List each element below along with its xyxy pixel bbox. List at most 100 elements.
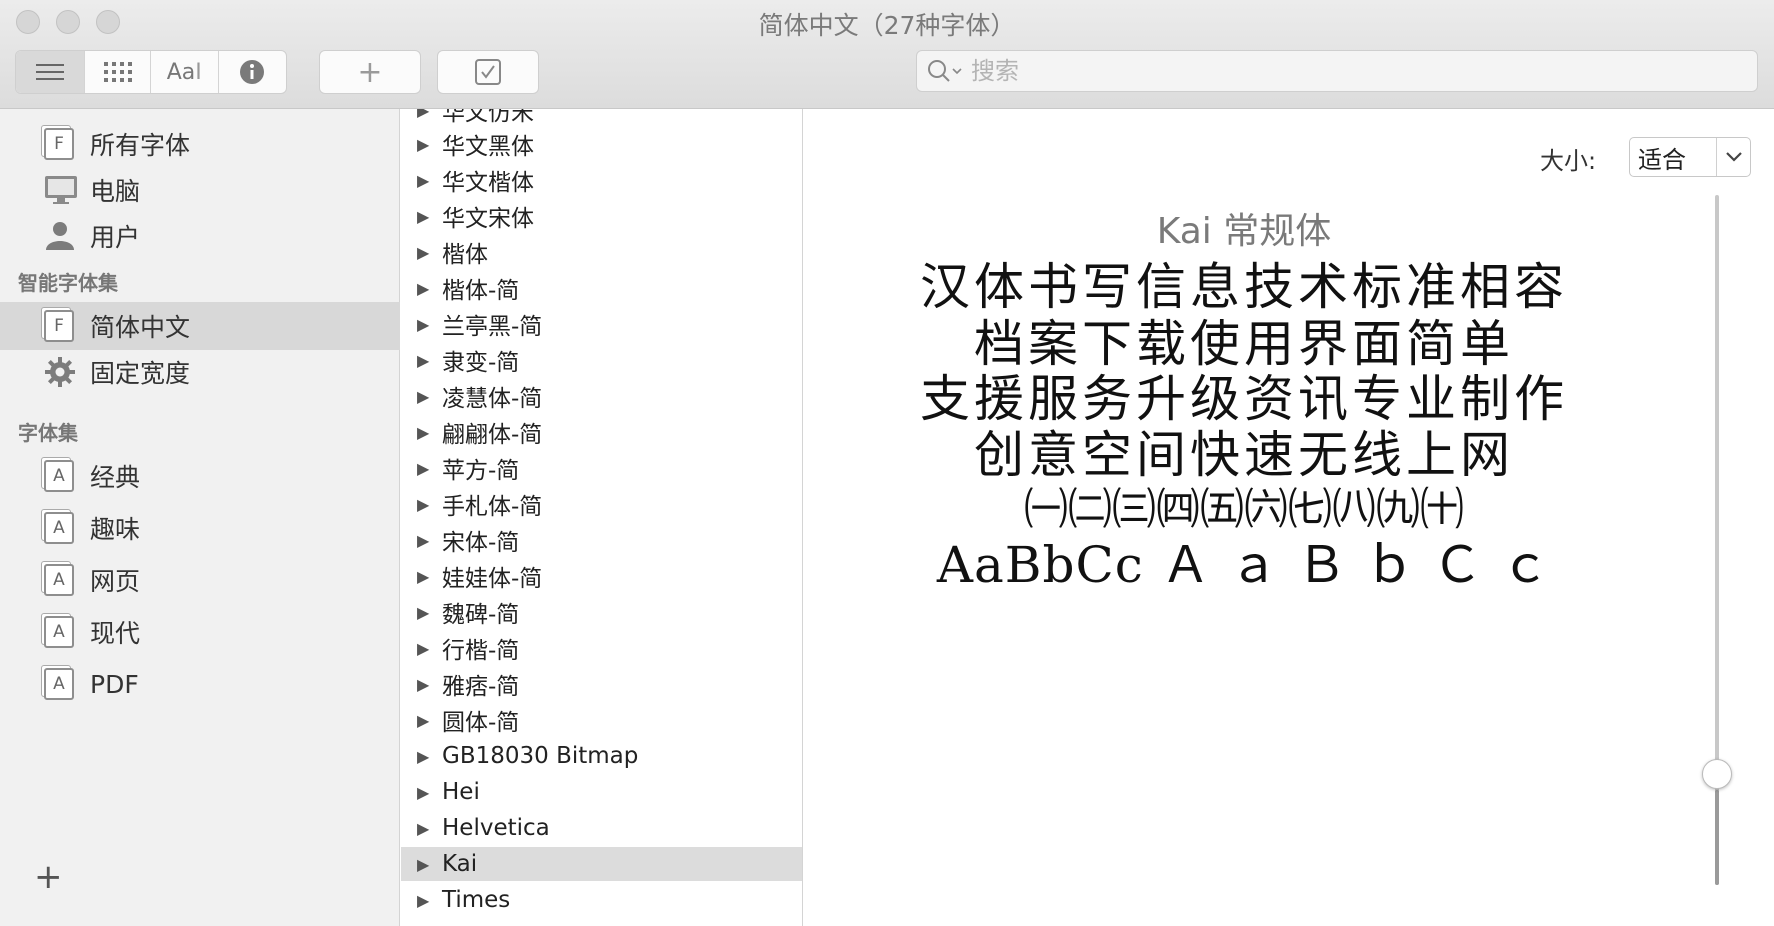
size-select[interactable]: 适合	[1629, 137, 1751, 177]
disclosure-triangle-icon[interactable]: ▶	[417, 459, 429, 478]
title-bar: 简体中文（27种字体） Aa I +	[0, 0, 1774, 109]
search-icon	[928, 60, 962, 82]
disclosure-triangle-icon[interactable]: ▶	[417, 855, 429, 874]
sidebar-item-label: PDF	[90, 669, 139, 699]
size-slider-knob[interactable]	[1702, 759, 1732, 789]
font-list-item[interactable]: ▶ 兰亭黑-简	[401, 307, 802, 341]
info-view-button[interactable]	[219, 51, 287, 93]
disclosure-triangle-icon[interactable]: ▶	[417, 423, 429, 442]
collections-heading: 字体集	[18, 421, 78, 445]
font-book-icon: F	[44, 128, 76, 160]
search-field[interactable]	[916, 50, 1758, 92]
smart-collections-heading: 智能字体集	[18, 271, 118, 295]
disclosure-triangle-icon[interactable]: ▶	[417, 109, 429, 120]
computer-icon	[44, 174, 77, 206]
sidebar-item-simplified-chinese[interactable]: F 简体中文	[0, 302, 400, 350]
size-select-value: 适合	[1638, 145, 1686, 174]
font-list-item[interactable]: ▶ 隶变-简	[401, 343, 802, 377]
font-list[interactable]: ▶ 华文仿宋 ▶ 华文黑体 ▶ 华文楷体 ▶ 华文宋体 ▶ 楷体 ▶ 楷体-简 ▶ 兰亭黑-简…	[401, 109, 803, 926]
search-input[interactable]	[971, 57, 1731, 85]
plus-icon: +	[357, 54, 383, 90]
sample-text-line: 汉体书写信息技术标准相容	[920, 258, 1568, 316]
sample-text-line: AaBbCc Ａ ａ Ｂ ｂ Ｃ ｃ	[936, 536, 1552, 594]
font-list-item[interactable]: ▶ 魏碑-简	[401, 595, 802, 629]
sidebar-item-fun[interactable]: A 趣味	[0, 504, 400, 552]
sidebar-item-user[interactable]: 用户	[0, 212, 400, 260]
disclosure-triangle-icon[interactable]: ▶	[417, 315, 429, 334]
disclosure-triangle-icon[interactable]: ▶	[417, 747, 429, 766]
grid-view-button[interactable]	[85, 51, 151, 93]
sidebar-item-classic[interactable]: A 经典	[0, 452, 400, 500]
font-list-item[interactable]: ▶ 凌慧体-简	[401, 379, 802, 413]
add-collection-button[interactable]: +	[34, 857, 63, 897]
font-list-item[interactable]: ▶ 华文仿宋	[401, 109, 802, 127]
font-preview-pane: 大小: 适合 Kai 常规体 汉体书写信息技术标准相容 档案下载使用界面简单 支…	[804, 109, 1774, 926]
font-book-icon: F	[44, 310, 76, 342]
disclosure-triangle-icon[interactable]: ▶	[417, 675, 429, 694]
font-list-item[interactable]: ▶ GB18030 Bitmap	[401, 739, 802, 773]
font-list-item[interactable]: ▶ Hei	[401, 775, 802, 809]
info-icon	[240, 60, 265, 84]
disclosure-triangle-icon[interactable]: ▶	[417, 819, 429, 838]
disclosure-triangle-icon[interactable]: ▶	[417, 207, 429, 226]
preview-font-name: Kai 常规体	[1156, 211, 1332, 252]
disclosure-triangle-icon[interactable]: ▶	[417, 171, 429, 190]
disclosure-triangle-icon[interactable]: ▶	[417, 243, 429, 262]
grid-icon	[103, 62, 132, 82]
disclosure-triangle-icon[interactable]: ▶	[417, 891, 429, 910]
sidebar-item-label: 固定宽度	[90, 359, 191, 388]
sample-text-line: ㈠㈡㈢㈣㈤㈥㈦㈧㈨㈩	[1024, 484, 1464, 535]
size-slider-fill	[1715, 790, 1719, 885]
font-list-item[interactable]: ▶ 华文黑体	[401, 127, 802, 161]
sidebar-item-label: 经典	[90, 463, 141, 492]
sidebar-item-web[interactable]: A 网页	[0, 556, 400, 604]
disclosure-triangle-icon[interactable]: ▶	[417, 567, 429, 586]
sample-text-view-button[interactable]: Aa I	[151, 51, 219, 93]
disclosure-triangle-icon[interactable]: ▶	[417, 783, 429, 802]
list-icon	[36, 64, 65, 80]
font-list-item[interactable]: ▶ Helvetica	[401, 811, 802, 845]
font-list-item[interactable]: ▶ 楷体	[401, 235, 802, 269]
collection-icon: A	[44, 616, 76, 648]
gear-icon	[44, 356, 76, 388]
sidebar-item-label: 电脑	[90, 177, 141, 206]
font-list-item[interactable]: ▶ 手札体-简	[401, 487, 802, 521]
font-list-item[interactable]: ▶ 行楷-简	[401, 631, 802, 665]
font-list-item[interactable]: ▶ 圆体-简	[401, 703, 802, 737]
font-list-item[interactable]: ▶ 宋体-简	[401, 523, 802, 557]
sidebar-item-computer[interactable]: 电脑	[0, 166, 400, 214]
sidebar-item-fixed-width[interactable]: 固定宽度	[0, 348, 400, 396]
sample-text-line: 支援服务升级资讯专业制作	[920, 370, 1568, 428]
font-list-item[interactable]: ▶ 翩翩体-简	[401, 415, 802, 449]
sidebar: F 所有字体 电脑 用户 智能字体集 F 简体中文 固定宽度 字体集 A 经典 …	[0, 109, 400, 926]
list-view-button[interactable]	[16, 51, 86, 93]
font-list-item[interactable]: ▶ 苹方-简	[401, 451, 802, 485]
disclosure-triangle-icon[interactable]: ▶	[417, 387, 429, 406]
disclosure-triangle-icon[interactable]: ▶	[417, 639, 429, 658]
collection-icon: A	[44, 460, 76, 492]
disclosure-triangle-icon[interactable]: ▶	[417, 135, 429, 154]
disclosure-triangle-icon[interactable]: ▶	[417, 495, 429, 514]
add-font-button[interactable]: +	[319, 50, 421, 94]
font-list-item[interactable]: ▶ 华文宋体	[401, 199, 802, 233]
sidebar-item-modern[interactable]: A 现代	[0, 608, 400, 656]
sidebar-item-label: 用户	[90, 223, 141, 252]
disclosure-triangle-icon[interactable]: ▶	[417, 711, 429, 730]
sidebar-item-all-fonts[interactable]: F 所有字体	[0, 120, 400, 168]
font-list-item[interactable]: ▶ 娃娃体-简	[401, 559, 802, 593]
font-list-item[interactable]: ▶ 雅痞-简	[401, 667, 802, 701]
checkbox-check-icon	[475, 59, 501, 85]
font-list-item[interactable]: ▶ 华文楷体	[401, 163, 802, 197]
font-list-item[interactable]: ▶ 楷体-简	[401, 271, 802, 305]
validate-font-button[interactable]	[437, 50, 539, 94]
sidebar-item-label: 网页	[90, 567, 141, 596]
disclosure-triangle-icon[interactable]: ▶	[417, 603, 429, 622]
disclosure-triangle-icon[interactable]: ▶	[417, 351, 429, 370]
view-mode-segmented-control: Aa I	[15, 50, 287, 94]
font-list-item[interactable]: ▶ Times	[401, 883, 802, 917]
disclosure-triangle-icon[interactable]: ▶	[417, 279, 429, 298]
chevron-down-icon	[1716, 138, 1750, 176]
font-list-item-selected[interactable]: ▶ Kai	[401, 847, 802, 881]
sidebar-item-pdf[interactable]: A PDF	[0, 660, 400, 708]
disclosure-triangle-icon[interactable]: ▶	[417, 531, 429, 550]
